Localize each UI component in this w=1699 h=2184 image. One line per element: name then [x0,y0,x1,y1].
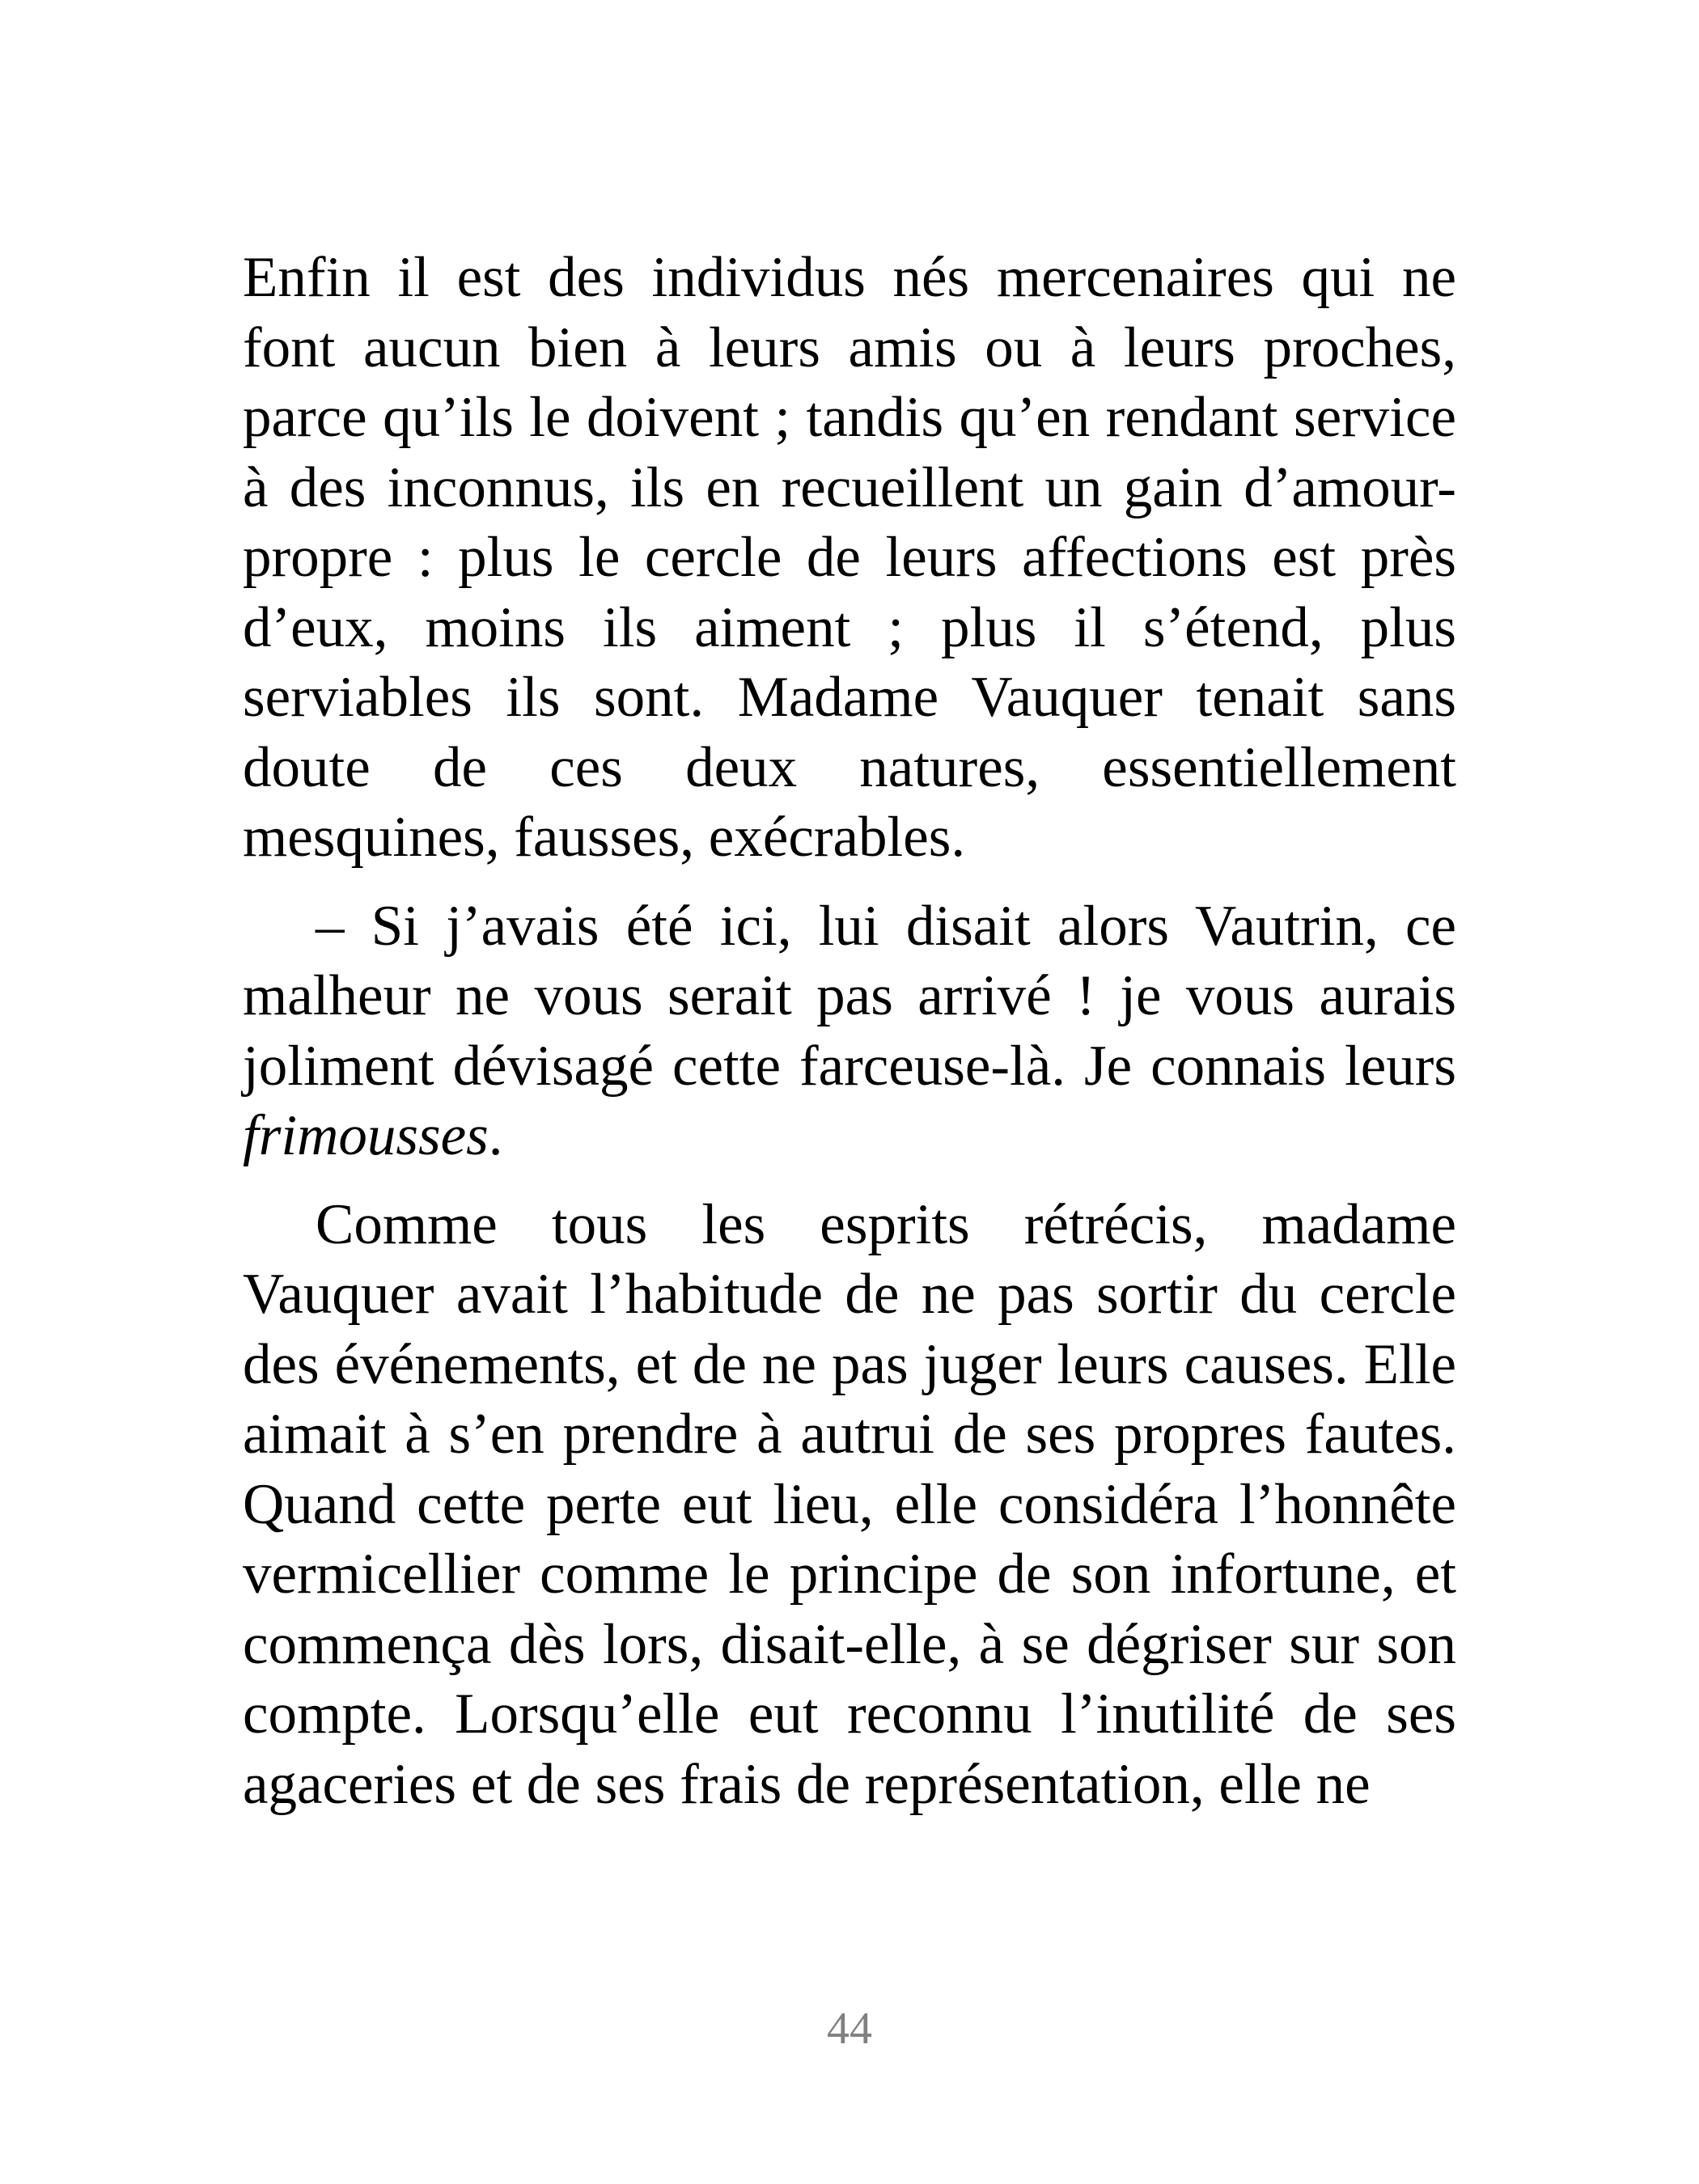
paragraph-3: Comme tous les esprits rétrécis, madame … [243,1192,1456,1816]
paragraph-1: Enfin il est des individus nés mercenair… [243,246,1456,869]
paragraph-2-text: – Si j’avais été ici, lui disait alors V… [243,894,1456,1098]
body-text: Enfin il est des individus nés mercenair… [243,243,1456,1819]
page-number: 44 [827,2004,872,2054]
italic-word: frimousses [243,1104,489,1167]
book-page: { "page": { "paragraphs": [ { "parts": [… [0,0,1699,2184]
paragraph-2: – Si j’avais été ici, lui disait alors V… [243,891,1456,1171]
paragraph-2-end: . [488,1104,503,1167]
